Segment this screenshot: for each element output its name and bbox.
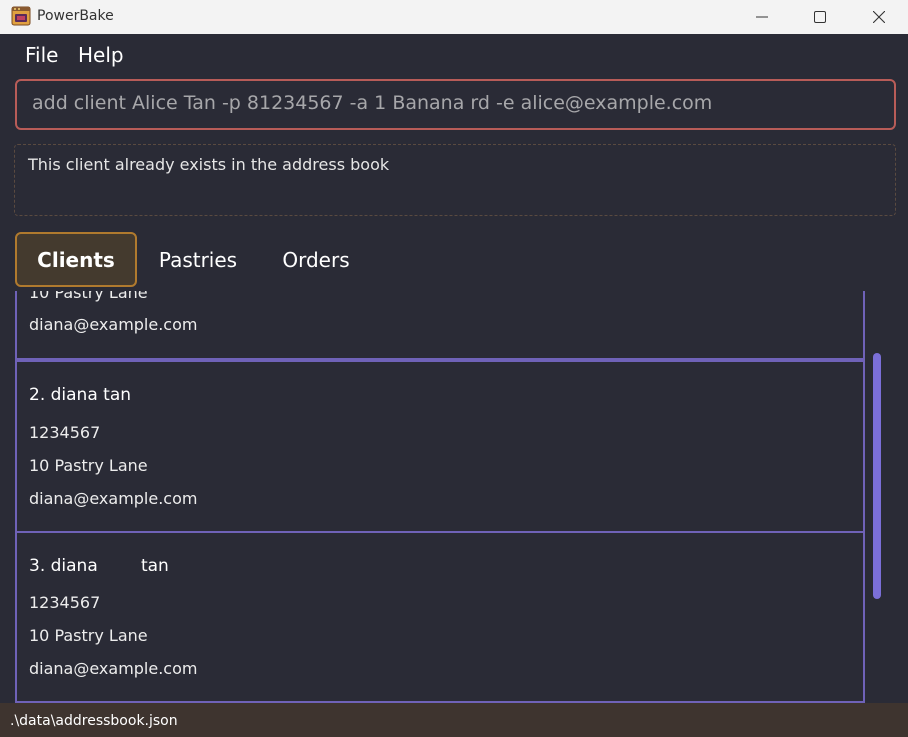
client-phone: 1234567 [29, 423, 101, 442]
client-phone: 1234567 [29, 593, 101, 612]
client-address: 10 Pastry Lane [29, 456, 148, 475]
menu-help[interactable]: Help [78, 43, 124, 67]
result-message: This client already exists in the addres… [28, 155, 390, 174]
client-card[interactable]: 3. diana tan 1234567 10 Pastry Lane dian… [15, 533, 865, 703]
tab-orders-label: Orders [282, 247, 350, 272]
menu-bar: File Help [0, 35, 908, 77]
app-window: PowerBake File Help add client Alice Tan… [0, 0, 908, 737]
scrollbar-thumb[interactable] [873, 353, 881, 599]
client-card[interactable]: 2. diana tan 1234567 10 Pastry Lane dian… [15, 362, 865, 531]
minimize-icon [756, 11, 768, 23]
tab-pastries-label: Pastries [158, 247, 238, 272]
client-email: diana@example.com [29, 489, 198, 508]
client-list[interactable]: 10 Pastry Lane diana@example.com 2. dian… [15, 291, 865, 703]
tab-clients-label: Clients [37, 247, 115, 272]
oven-icon [11, 6, 31, 26]
maximize-icon [814, 11, 826, 23]
minimize-button[interactable] [733, 0, 791, 34]
client-address: 10 Pastry Lane [29, 626, 148, 645]
command-input[interactable]: add client Alice Tan -p 81234567 -a 1 Ba… [15, 79, 896, 130]
tab-orders[interactable]: Orders [266, 232, 366, 287]
command-input-text: add client Alice Tan -p 81234567 -a 1 Ba… [32, 92, 713, 114]
client-name: 2. diana tan [29, 385, 132, 405]
status-bar: .\data\addressbook.json [0, 703, 908, 737]
tab-clients[interactable]: Clients [15, 232, 137, 287]
close-button[interactable] [850, 0, 908, 34]
data-file-path: .\data\addressbook.json [10, 713, 178, 729]
client-address: 10 Pastry Lane [29, 291, 148, 302]
window-title: PowerBake [37, 8, 114, 24]
client-card[interactable]: 10 Pastry Lane diana@example.com [15, 291, 865, 358]
client-name: 3. diana tan [29, 556, 169, 576]
client-email: diana@example.com [29, 315, 198, 334]
title-bar: PowerBake [0, 0, 908, 34]
tab-pastries[interactable]: Pastries [148, 232, 248, 287]
client-email: diana@example.com [29, 659, 198, 678]
list-scrollbar[interactable] [866, 291, 890, 703]
close-icon [873, 11, 885, 23]
result-display: This client already exists in the addres… [14, 144, 896, 216]
menu-file[interactable]: File [25, 43, 58, 67]
maximize-button[interactable] [791, 0, 849, 34]
